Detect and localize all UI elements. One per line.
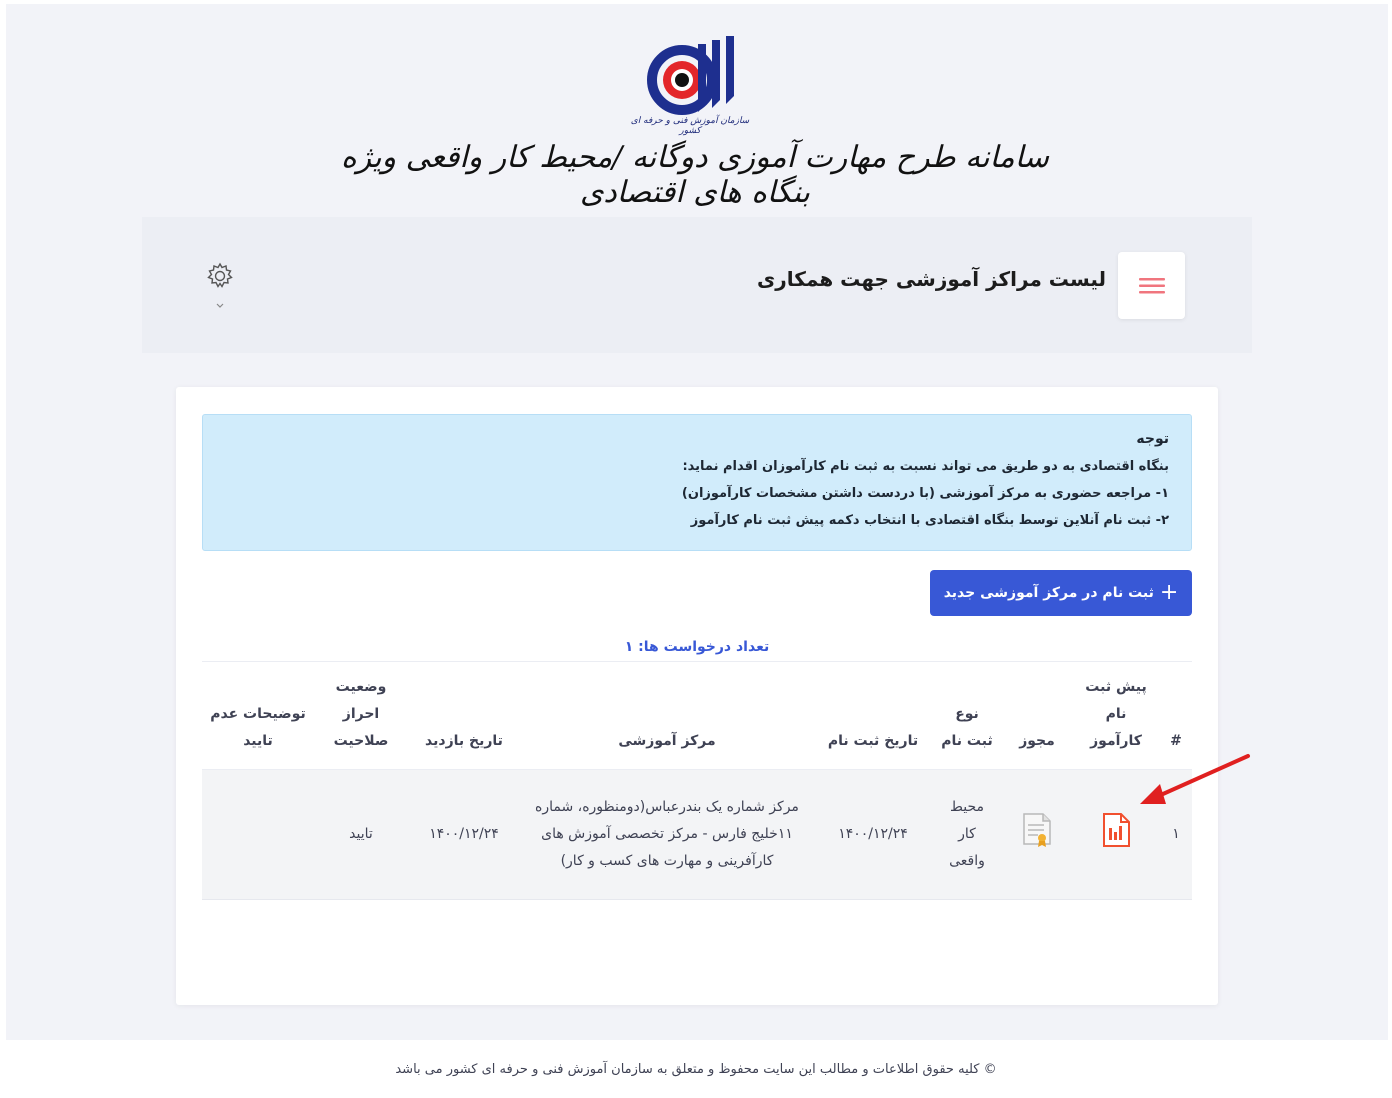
page-title: لیست مراکز آموزشی جهت همکاری <box>756 267 1106 291</box>
table-row: ۱ محیط کار واقعی ۱۴۰۰/۱۲/۲۴ مرکز شماره ی… <box>202 769 1192 900</box>
col-training-center: مرکز آموزشی <box>520 661 814 770</box>
menu-button[interactable] <box>1118 252 1185 319</box>
plus-icon: + <box>1159 580 1179 605</box>
qualification-status: تایید <box>314 769 408 900</box>
col-registration-type: نوع ثبت نام <box>932 661 1002 770</box>
new-registration-button[interactable]: + ثبت نام در مرکز آموزشی جدید <box>930 570 1192 616</box>
certificate-icon[interactable] <box>1021 812 1053 848</box>
settings-dropdown[interactable] <box>202 261 238 308</box>
training-center: مرکز شماره یک بندرعباس(دومنظوره، شماره ۱… <box>520 769 814 900</box>
license-cell <box>1002 769 1072 900</box>
logo-caption: سازمان آموزش فنی و حرفه ای کشور <box>630 116 750 136</box>
col-rejection-notes: توضیحات عدم تایید <box>202 661 314 770</box>
registration-type: محیط کار واقعی <box>932 769 1002 900</box>
col-qualification-status: وضعیت احراز صلاحیت <box>314 661 408 770</box>
arrow-annotation-icon <box>1140 754 1250 804</box>
col-license: مجوز <box>1002 661 1072 770</box>
main-card: توجه بنگاه اقتصادی به دو طریق می تواند ن… <box>176 387 1218 1005</box>
subheader: لیست مراکز آموزشی جهت همکاری <box>142 217 1252 353</box>
gear-icon <box>207 262 233 288</box>
pdf-file-icon[interactable] <box>1101 812 1131 847</box>
footer-copyright: © کلیه حقوق اطلاعات و مطالب این سایت محف… <box>395 1062 997 1077</box>
notice-alert: توجه بنگاه اقتصادی به دو طریق می تواند ن… <box>202 414 1192 551</box>
alert-line: ۲- ثبت نام آنلاین توسط بنگاه اقتصادی با … <box>690 513 1169 528</box>
centers-table: # پیش ثبت نام کارآموز مجوز نوع ثبت نام ت… <box>202 661 1192 900</box>
table-header-row: # پیش ثبت نام کارآموز مجوز نوع ثبت نام ت… <box>202 661 1192 770</box>
col-visit-date: تاریخ بازدید <box>408 661 520 770</box>
alert-title: توجه <box>1136 431 1169 447</box>
requests-count: تعداد درخواست ها: ۱ <box>624 639 770 655</box>
visit-date: ۱۴۰۰/۱۲/۲۴ <box>408 769 520 900</box>
col-registration-date: تاریخ ثبت نام <box>814 661 932 770</box>
hamburger-menu-icon <box>1138 277 1165 293</box>
registration-date: ۱۴۰۰/۱۲/۲۴ <box>814 769 932 900</box>
alert-line: ۱- مراجعه حضوری به مرکز آموزشی (با دردست… <box>681 486 1169 501</box>
rejection-notes <box>202 769 314 900</box>
system-title: سامانه طرح مهارت آموزی دوگانه /محیط کار … <box>340 140 1050 210</box>
new-registration-label: ثبت نام در مرکز آموزشی جدید <box>943 585 1154 601</box>
chevron-down-icon <box>216 303 224 308</box>
alert-line: بنگاه اقتصادی به دو طریق می تواند نسبت ب… <box>682 459 1169 474</box>
